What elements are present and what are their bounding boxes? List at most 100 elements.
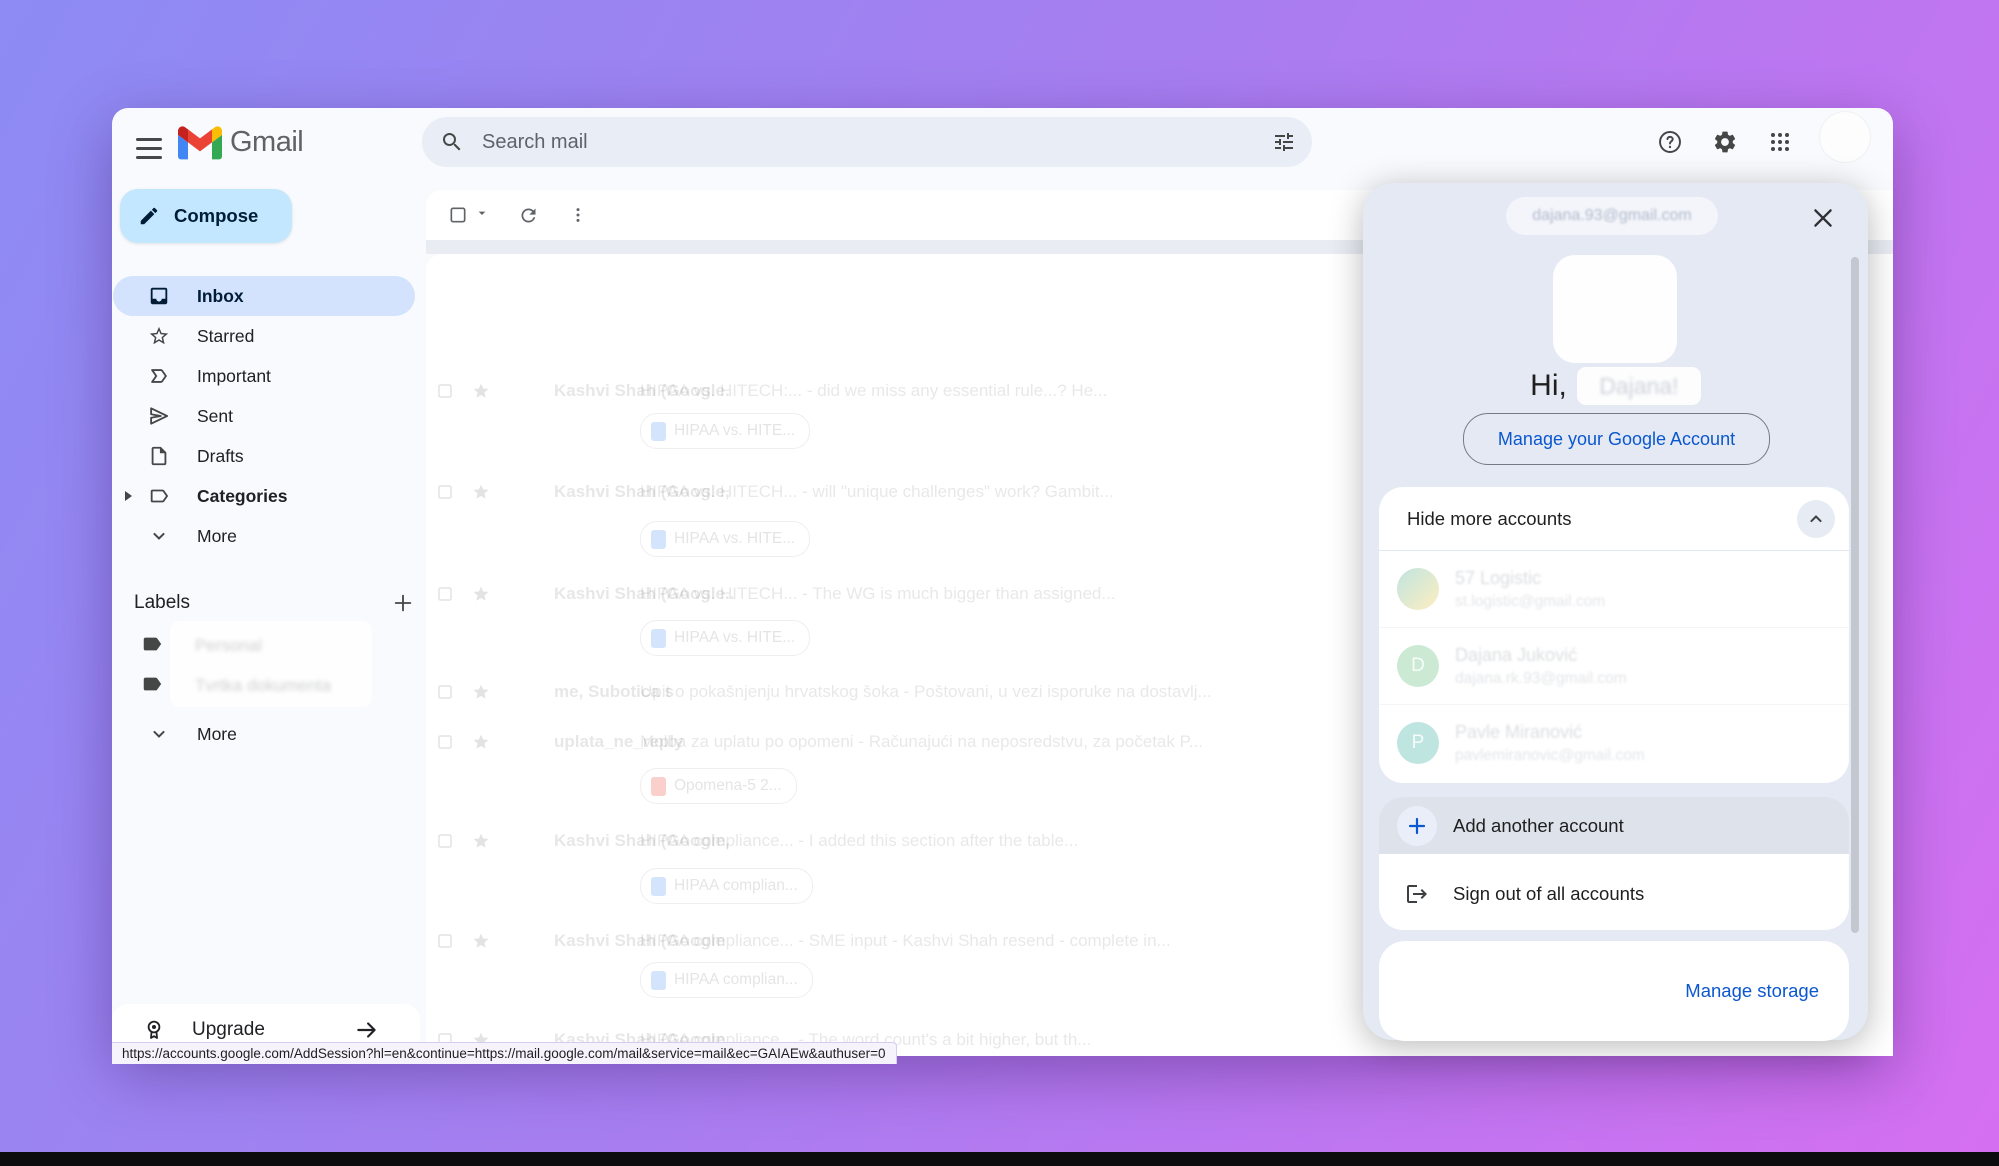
sidebar-item-label: Categories bbox=[197, 486, 287, 507]
account-avatar bbox=[1397, 568, 1439, 610]
profile-avatar[interactable] bbox=[1820, 112, 1870, 162]
attachment-chip[interactable]: HIPAA vs. HITE... bbox=[640, 413, 810, 449]
account-name-masked: Pavle Miranović bbox=[1455, 722, 1645, 743]
sidebar-item-inbox[interactable]: Inbox bbox=[113, 276, 415, 316]
labels-title: Labels bbox=[134, 592, 190, 614]
expand-arrow-icon[interactable] bbox=[125, 491, 132, 501]
sidebar-item-important[interactable]: Important bbox=[113, 356, 415, 396]
compose-button[interactable]: Compose bbox=[120, 189, 292, 243]
search-filters-icon[interactable] bbox=[1264, 122, 1304, 162]
refresh-icon[interactable] bbox=[508, 195, 548, 235]
draft-file-icon bbox=[147, 445, 171, 467]
more-options-icon[interactable] bbox=[558, 195, 598, 235]
row-controls[interactable] bbox=[436, 382, 490, 400]
account-avatar-redacted[interactable] bbox=[1553, 255, 1677, 363]
google-apps-grid-icon[interactable] bbox=[1760, 122, 1800, 162]
account-list-item[interactable]: P Pavle Miranović pavlemiranovic@gmail.c… bbox=[1379, 705, 1849, 781]
hide-more-accounts-toggle[interactable]: Hide more accounts bbox=[1379, 487, 1849, 551]
attachment-chip[interactable]: HIPAA vs. HITE... bbox=[640, 620, 810, 656]
upgrade-label: Upgrade bbox=[192, 1019, 265, 1041]
account-email-masked: st.logistic@gmail.com bbox=[1455, 593, 1605, 611]
gmail-logo-icon bbox=[178, 126, 222, 160]
sidebar-item-label: More bbox=[197, 526, 237, 547]
important-marker-icon bbox=[147, 365, 171, 387]
label-tag-icon bbox=[141, 633, 165, 660]
arrow-right-icon[interactable] bbox=[354, 1017, 380, 1043]
inbox-icon bbox=[147, 285, 171, 307]
help-icon[interactable] bbox=[1650, 122, 1690, 162]
chevron-down-icon bbox=[147, 526, 171, 546]
account-actions-card: Add another account Sign out of all acco… bbox=[1379, 797, 1849, 930]
attachment-doc-icon bbox=[651, 877, 666, 896]
add-another-account-button[interactable]: Add another account bbox=[1379, 797, 1849, 854]
attachment-pdf-icon bbox=[651, 777, 666, 796]
search-input[interactable] bbox=[480, 130, 1264, 155]
row-controls[interactable] bbox=[436, 733, 490, 751]
row-controls[interactable] bbox=[436, 683, 490, 701]
popup-scrollbar[interactable] bbox=[1851, 257, 1859, 933]
attachment-name: HIPAA complian... bbox=[674, 877, 798, 895]
account-list-item[interactable]: D Dajana Juković dajana.rk.93@gmail.com bbox=[1379, 628, 1849, 705]
sidebar-item-label: Starred bbox=[197, 326, 254, 347]
attachment-doc-icon bbox=[651, 971, 666, 990]
greeting-name-redacted: Dajana! bbox=[1577, 367, 1701, 405]
attachment-name: HIPAA vs. HITE... bbox=[674, 530, 795, 548]
desktop-background: Gmail Compose Inbox Star bbox=[0, 0, 1999, 1166]
sidebar-label-item[interactable]: Personal bbox=[113, 626, 415, 666]
storage-card: Manage storage bbox=[1379, 941, 1849, 1041]
account-email-masked: dajana.rk.93@gmail.com bbox=[1455, 670, 1627, 688]
label-name: Tvrtka dokumenta bbox=[195, 676, 331, 696]
sidebar-item-sent[interactable]: Sent bbox=[113, 396, 415, 436]
manage-google-account-button[interactable]: Manage your Google Account bbox=[1463, 413, 1770, 465]
sidebar-item-label: Drafts bbox=[197, 446, 244, 467]
account-name-masked: 57 Logistic bbox=[1455, 568, 1605, 589]
account-email-masked: pavlemiranovic@gmail.com bbox=[1455, 747, 1645, 765]
row-controls[interactable] bbox=[436, 832, 490, 850]
sidebar-item-label: Sent bbox=[197, 406, 233, 427]
attachment-name: HIPAA vs. HITE... bbox=[674, 422, 795, 440]
avatar-initial: P bbox=[1412, 732, 1425, 754]
sidebar-label-item[interactable]: Tvrtka dokumenta bbox=[113, 666, 415, 706]
sign-out-all-accounts-button[interactable]: Sign out of all accounts bbox=[1379, 858, 1849, 930]
chevron-up-icon[interactable] bbox=[1797, 500, 1835, 538]
avatar-initial: D bbox=[1411, 655, 1425, 677]
pencil-icon bbox=[138, 205, 160, 227]
greeting-text: Hi, bbox=[1530, 369, 1567, 403]
attachment-chip[interactable]: HIPAA complian... bbox=[640, 868, 813, 904]
chevron-down-icon bbox=[147, 724, 171, 744]
google-account-popup: dajana.93@gmail.com Hi, Dajana! Manage y… bbox=[1363, 183, 1868, 1040]
account-email-masked: dajana.93@gmail.com bbox=[1532, 207, 1691, 225]
main-menu-icon[interactable] bbox=[132, 132, 166, 162]
sidebar-item-more[interactable]: More bbox=[113, 516, 415, 556]
create-label-plus-icon[interactable] bbox=[392, 592, 414, 614]
attachment-chip[interactable]: HIPAA complian... bbox=[640, 962, 813, 998]
row-controls[interactable] bbox=[436, 585, 490, 603]
row-controls[interactable] bbox=[436, 932, 490, 950]
premium-badge-icon bbox=[142, 1018, 166, 1042]
sidebar-item-starred[interactable]: Starred bbox=[113, 316, 415, 356]
plus-icon bbox=[1397, 806, 1437, 846]
account-list-item[interactable]: 57 Logistic st.logistic@gmail.com bbox=[1379, 551, 1849, 628]
account-avatar: P bbox=[1397, 722, 1439, 764]
close-icon[interactable] bbox=[1808, 203, 1838, 233]
sidebar-item-label: Important bbox=[197, 366, 271, 387]
attachment-chip[interactable]: HIPAA vs. HITE... bbox=[640, 521, 810, 557]
sidebar-item-label: More bbox=[197, 724, 237, 745]
sidebar-item-categories[interactable]: Categories bbox=[113, 476, 415, 516]
sign-out-label: Sign out of all accounts bbox=[1453, 883, 1644, 905]
select-dropdown-caret-icon[interactable] bbox=[474, 205, 490, 226]
row-controls[interactable] bbox=[436, 483, 490, 501]
select-all-checkbox[interactable] bbox=[438, 195, 478, 235]
sidebar-labels-more[interactable]: More bbox=[113, 714, 415, 754]
attachment-name: HIPAA complian... bbox=[674, 971, 798, 989]
greeting-line: Hi, Dajana! bbox=[1363, 367, 1868, 405]
labels-section-header: Labels bbox=[134, 592, 414, 614]
settings-gear-icon[interactable] bbox=[1705, 122, 1745, 162]
search-bar[interactable] bbox=[422, 117, 1312, 167]
attachment-chip[interactable]: Opomena-5 2... bbox=[640, 768, 797, 804]
screen-bottom-bar bbox=[0, 1152, 1999, 1166]
hide-more-accounts-label: Hide more accounts bbox=[1407, 508, 1572, 530]
sidebar-item-drafts[interactable]: Drafts bbox=[113, 436, 415, 476]
search-icon bbox=[440, 130, 464, 154]
manage-storage-link[interactable]: Manage storage bbox=[1685, 980, 1819, 1002]
